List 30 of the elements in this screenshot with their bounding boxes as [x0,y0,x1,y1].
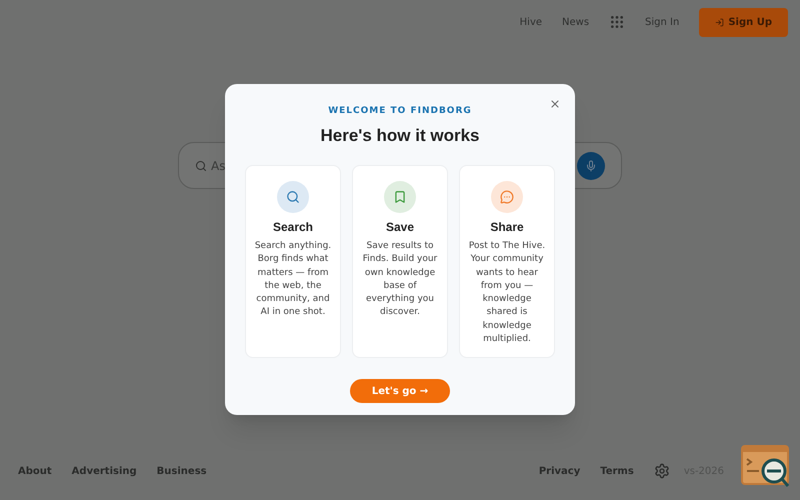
dialog-eyebrow: WELCOME TO FINDBORG [328,105,472,118]
microphone-button[interactable] [577,152,605,180]
card-description: Save results to Finds. Build your own knowledge base of everything you discover. [362,240,438,320]
microphone-icon [585,160,597,172]
card-description: Post to The Hive. Your community wants to hear from you — knowledge shared is knowledge multiplied. [468,240,546,346]
chat-bubble-icon [491,181,523,213]
search-icon [277,181,309,213]
search-icon [195,160,207,172]
bookmark-icon [384,181,416,213]
search-placeholder: As [211,158,226,174]
sign-in-arrow-icon [715,18,724,26]
card-title: Share [490,219,524,236]
settings-icon[interactable] [654,463,670,479]
close-button[interactable] [549,98,561,110]
sign-up-button[interactable]: Sign Up [699,8,788,36]
card-title: Search [272,219,314,236]
footer-link[interactable]: Privacy [538,464,580,478]
footer-link[interactable]: Terms [600,464,634,478]
apps-grid-icon[interactable] [609,14,626,30]
browser-search-icon [741,445,791,489]
nav-link[interactable]: News [562,14,590,30]
footer-link[interactable]: Business [156,464,207,478]
footer-link[interactable]: About [18,464,52,478]
sign-in-link[interactable]: Sign In [645,14,680,30]
card-title: Save [386,219,414,236]
dialog-title: Here's how it works [320,124,480,146]
card-description: Search anything. Borg finds what matters — from the web, the community, and AI in one shot. [254,240,332,320]
footer-link[interactable]: Advertising [72,464,137,478]
lets-go-button[interactable]: Let's go → [350,379,450,403]
nav-link[interactable]: Hive [520,14,542,30]
